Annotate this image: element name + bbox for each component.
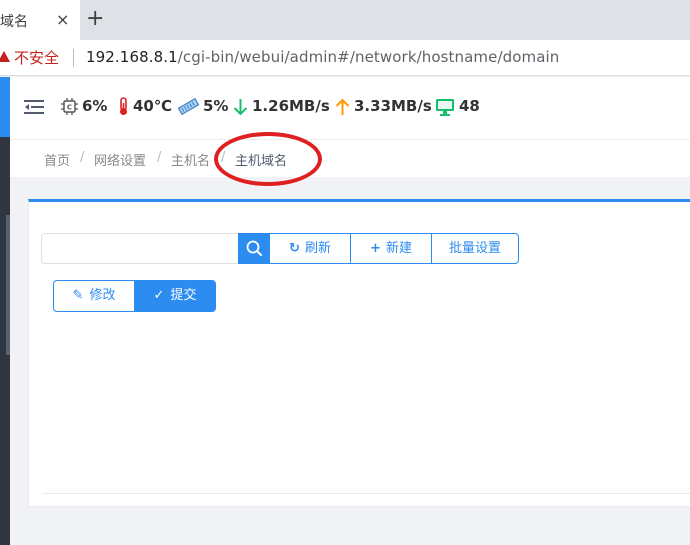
url-host: 192.168.8.1 [86,48,178,66]
browser-tab[interactable]: 域名 × [0,0,80,40]
temperature-stat: 40℃ [118,97,172,116]
sidebar-active-indicator [0,77,10,137]
batch-settings-button[interactable]: 批量设置 [431,233,519,264]
cpu-value: 6% [82,97,108,115]
sidebar-scrollbar[interactable] [6,215,10,355]
upload-value: 3.33MB/s [354,97,432,115]
refresh-button[interactable]: ↻ 刷新 [269,233,351,264]
clients-stat: 48 [435,97,480,116]
batch-label: 批量设置 [448,241,501,256]
thermometer-icon [120,97,127,115]
cpu-stat: C 6% [61,97,107,115]
memory-value: 5% [203,97,229,115]
svg-text:C: C [67,104,72,112]
tab-close-icon[interactable]: × [56,10,69,29]
address-bar[interactable]: 不安全 192.168.8.1/cgi-bin/webui/admin#/net… [0,40,690,76]
breadcrumb-home[interactable]: 首页 [44,150,70,169]
breadcrumb-current: 主机域名 [235,154,288,169]
refresh-label: 刷新 [304,241,331,256]
menu-collapse-icon[interactable] [24,99,44,115]
breadcrumb-separator: / [221,150,226,165]
address-divider [73,49,74,67]
edit-label: 修改 [89,288,116,303]
search-icon [246,240,262,256]
download-stat: 1.26MB/s [233,97,330,116]
arrow-down-icon [233,98,248,115]
upload-stat: 3.33MB/s [335,97,432,116]
warning-icon [0,51,10,62]
url-text[interactable]: 192.168.8.1/cgi-bin/webui/admin#/network… [86,48,559,66]
search-input[interactable] [41,233,239,264]
new-label: 新建 [385,241,412,256]
pencil-icon: ✎ [72,288,84,303]
breadcrumb-network-settings[interactable]: 网络设置 [94,150,146,169]
breadcrumb-separator: / [80,150,85,165]
clients-value: 48 [459,97,480,115]
breadcrumb: 首页 / 网络设置 / 主机名 / 主机域名 [10,139,690,177]
download-value: 1.26MB/s [252,97,330,115]
tab-title: 域名 [0,14,28,30]
top-header: C 6% 40℃ 5% 1.26MB/s 3.33MB/s 48 [10,77,690,139]
breadcrumb-hostname[interactable]: 主机名 [171,150,210,169]
search-button[interactable] [238,233,270,264]
memory-icon [178,98,199,115]
temperature-value: 40℃ [133,97,173,115]
check-icon: ✓ [153,288,165,303]
browser-tab-strip: 域名 × + [0,0,690,40]
submit-button[interactable]: ✓ 提交 [134,280,216,312]
cpu-chip-icon: C [61,98,78,115]
arrow-up-icon [335,98,350,115]
url-path: /cgi-bin/webui/admin#/network/hostname/d… [177,48,560,66]
submit-label: 提交 [170,288,197,303]
refresh-icon: ↻ [289,241,300,256]
memory-stat: 5% [178,97,228,115]
plus-icon: + [370,241,381,256]
card-divider [42,493,690,494]
breadcrumb-separator: / [157,150,162,165]
monitor-icon [436,98,454,116]
new-button[interactable]: + 新建 [350,233,432,264]
new-tab-button[interactable]: + [86,6,104,32]
security-indicator[interactable]: 不安全 [14,47,59,68]
edit-button[interactable]: ✎ 修改 [53,280,135,312]
